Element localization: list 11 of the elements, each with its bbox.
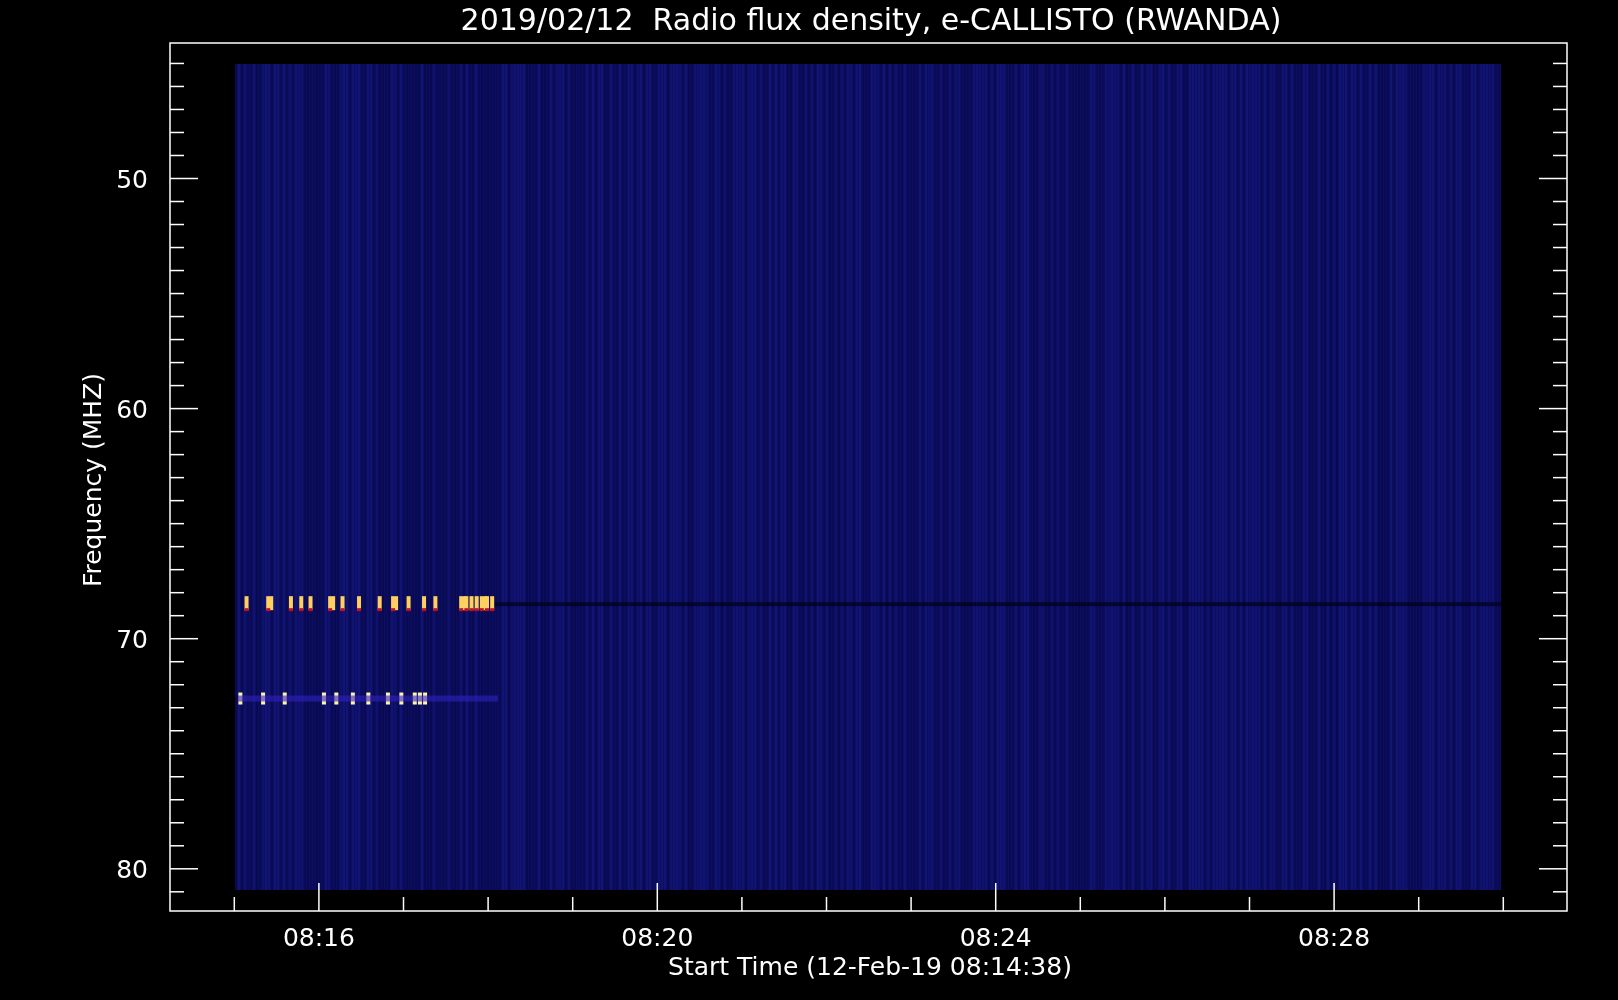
chart-title: 2019/02/12 Radio flux density, e-CALLISTO (RWANDA) bbox=[460, 2, 1282, 37]
y-tick-label: 70 bbox=[116, 624, 148, 654]
x-tick-label: 08:24 bbox=[959, 923, 1032, 952]
x-axis-title: Start Time (12-Feb-19 08:14:38) bbox=[668, 952, 1072, 981]
x-tick-label: 08:28 bbox=[1298, 923, 1371, 952]
y-axis-title: Frequency (MHZ) bbox=[78, 372, 107, 588]
x-tick-label: 08:20 bbox=[621, 923, 694, 952]
y-tick-label: 60 bbox=[116, 394, 148, 424]
x-tick-label: 08:16 bbox=[282, 923, 355, 952]
y-tick-label: 50 bbox=[116, 164, 148, 194]
y-tick-label: 80 bbox=[116, 854, 148, 884]
